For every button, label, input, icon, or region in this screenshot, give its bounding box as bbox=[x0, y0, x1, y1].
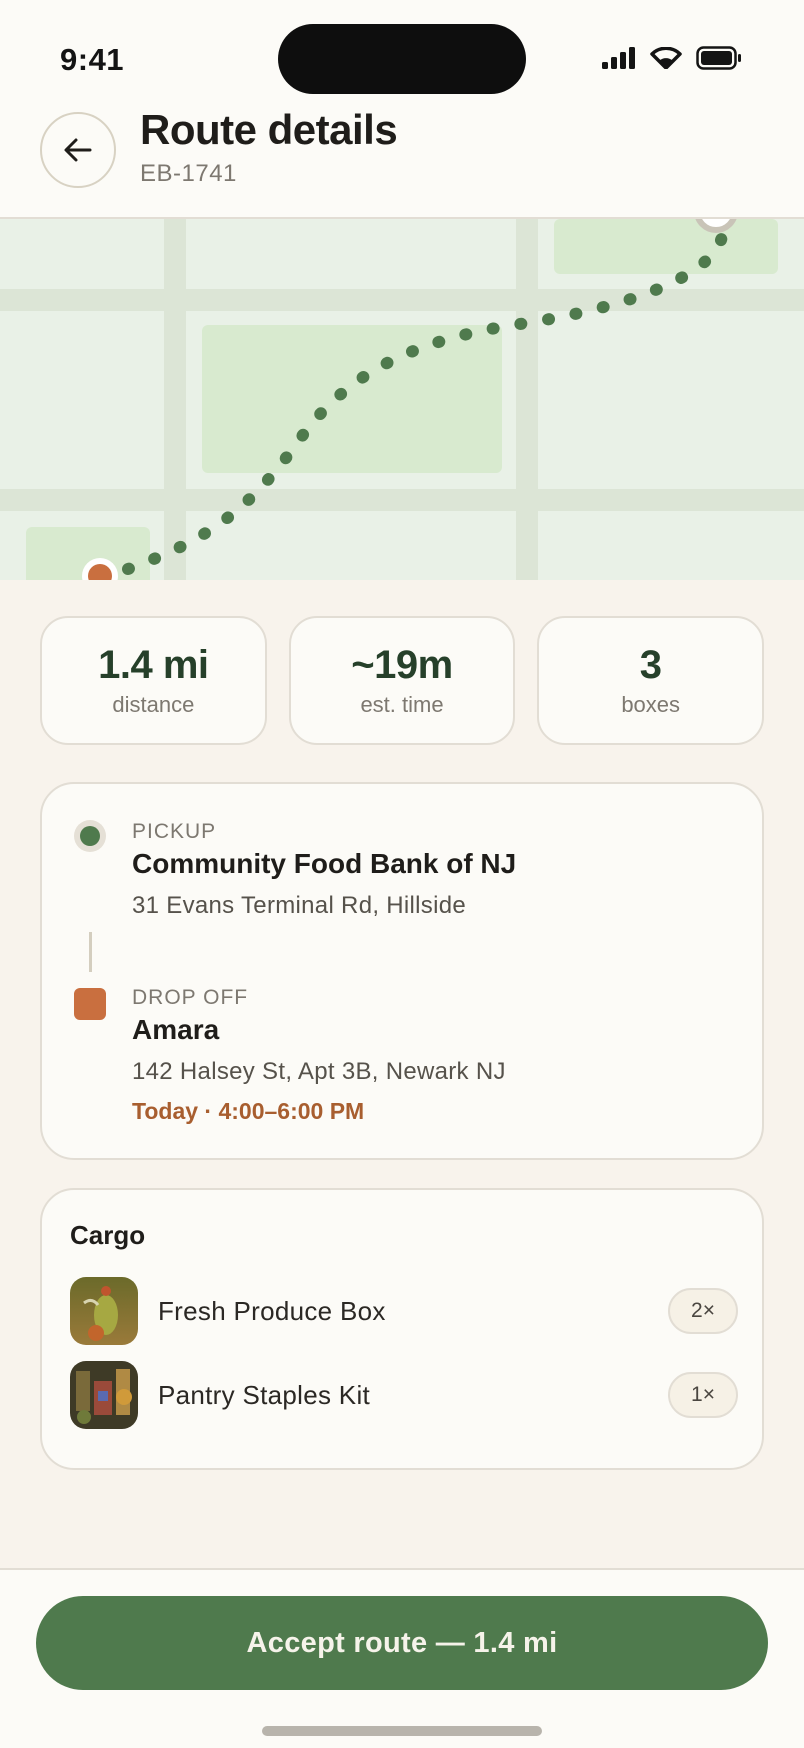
pantry-kit-thumbnail bbox=[70, 1361, 138, 1429]
dropoff-label: DROP OFF bbox=[132, 986, 249, 1009]
route-stats: 1.4 mi distance ~19m est. time 3 boxes bbox=[40, 616, 765, 745]
cargo-title: Cargo bbox=[70, 1220, 146, 1250]
destination-pin-icon bbox=[695, 219, 737, 233]
dropoff-name: Amara bbox=[132, 1014, 220, 1045]
stat-value: ~19m bbox=[351, 643, 453, 687]
battery-icon bbox=[696, 46, 741, 70]
dropoff-address: 142 Halsey St, Apt 3B, Newark NJ bbox=[132, 1058, 506, 1085]
stat-label: est. time bbox=[360, 692, 444, 717]
cargo-item-name: Pantry Staples Kit bbox=[158, 1379, 371, 1410]
stat-distance: 1.4 mi distance bbox=[40, 616, 267, 745]
wifi-icon bbox=[650, 47, 682, 69]
pickup-name: Community Food Bank of NJ bbox=[132, 848, 517, 879]
cargo-item[interactable]: Fresh Produce Box 2× bbox=[70, 1276, 738, 1346]
dropoff-time-window: Today · 4:00–6:00 PM bbox=[132, 1098, 365, 1124]
stat-time: ~19m est. time bbox=[288, 616, 516, 745]
map-street bbox=[0, 289, 804, 311]
map-park bbox=[202, 325, 502, 473]
back-button[interactable] bbox=[40, 112, 116, 188]
route-id: EB-1741 bbox=[140, 160, 237, 187]
accept-route-button[interactable]: Accept route — 1.4 mi bbox=[36, 1596, 768, 1690]
map-canvas bbox=[0, 219, 804, 580]
arrow-left-icon bbox=[64, 138, 92, 162]
dropoff-marker-icon bbox=[74, 988, 106, 1020]
cargo-item-name: Fresh Produce Box bbox=[158, 1295, 386, 1326]
status-time: 9:41 bbox=[60, 42, 125, 77]
cargo-item[interactable]: Pantry Staples Kit 1× bbox=[70, 1360, 738, 1430]
stat-value: 1.4 mi bbox=[98, 643, 209, 687]
cargo-card: Cargo Fresh Produce Box 2× Pantry Staple… bbox=[40, 1188, 764, 1470]
signal-icon bbox=[602, 47, 635, 69]
cargo-item-qty: 2× bbox=[668, 1288, 738, 1334]
stat-label: distance bbox=[112, 692, 195, 717]
stat-value: 3 bbox=[639, 643, 662, 687]
route-connector bbox=[89, 932, 92, 972]
produce-box-thumbnail bbox=[70, 1277, 138, 1345]
route-map[interactable] bbox=[0, 219, 804, 580]
status-bar: 9:41 bbox=[0, 0, 804, 110]
pickup-address: 31 Evans Terminal Rd, Hillside bbox=[132, 892, 467, 919]
status-icons bbox=[602, 46, 742, 70]
dynamic-island bbox=[278, 24, 526, 94]
stat-label: boxes bbox=[621, 692, 681, 717]
map-street bbox=[516, 219, 538, 580]
pickup-marker-icon bbox=[74, 820, 106, 852]
stat-boxes: 3 boxes bbox=[537, 616, 765, 745]
route-card: PICKUP Community Food Bank of NJ 31 Evan… bbox=[40, 782, 764, 1160]
map-street bbox=[164, 219, 186, 580]
pickup-label: PICKUP bbox=[132, 820, 217, 843]
map-street bbox=[0, 489, 804, 511]
cargo-item-qty: 1× bbox=[668, 1372, 738, 1418]
home-indicator bbox=[262, 1726, 542, 1736]
footer: Accept route — 1.4 mi bbox=[0, 1568, 804, 1748]
header: Route details EB-1741 bbox=[0, 100, 804, 219]
page-title: Route details bbox=[140, 106, 398, 153]
map-park bbox=[554, 219, 778, 274]
